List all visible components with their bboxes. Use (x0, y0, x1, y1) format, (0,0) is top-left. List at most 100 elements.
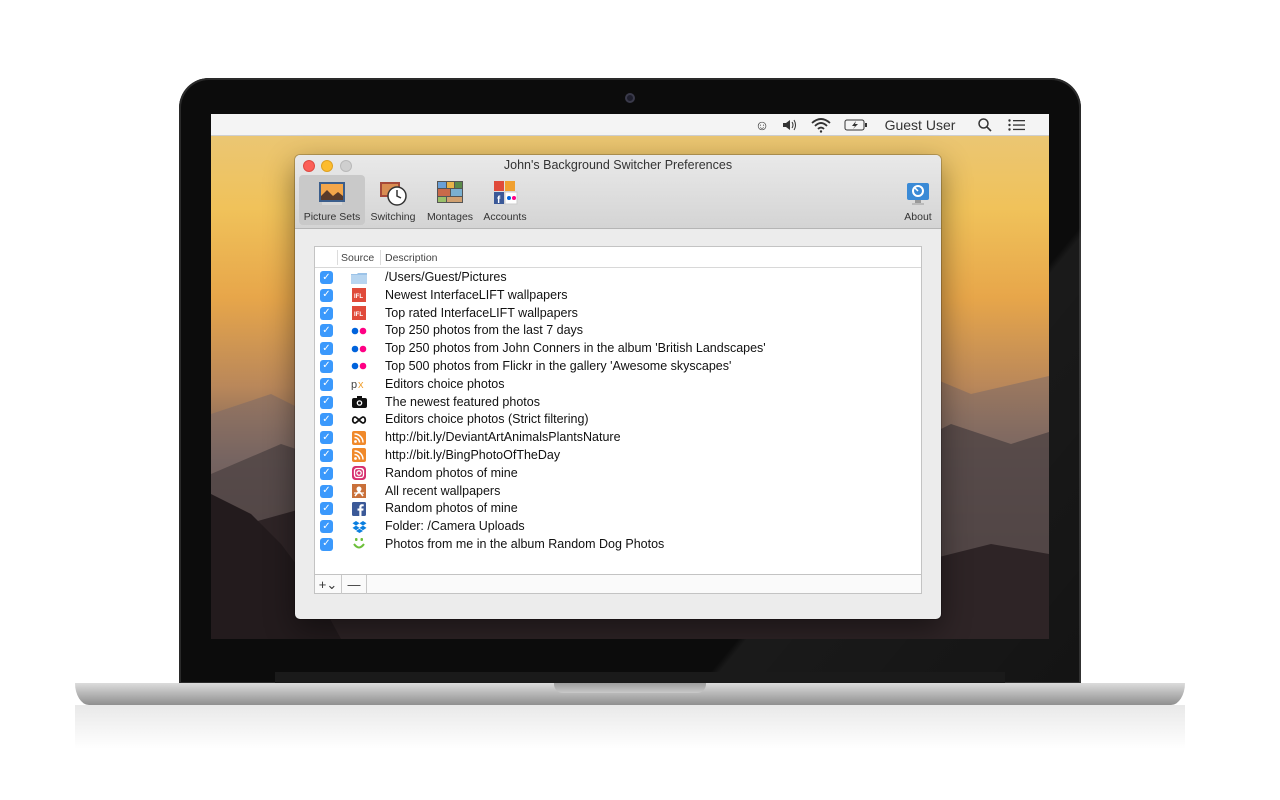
row-description: Newest InterfaceLIFT wallpapers (385, 287, 568, 302)
table-row[interactable]: ✓ px Editors choice photos (315, 376, 921, 394)
svg-text:IFL: IFL (354, 294, 363, 300)
menu-bar: ☺ Guest User (211, 114, 1049, 136)
wifi-icon[interactable] (809, 114, 833, 136)
row-description: Editors choice photos (385, 376, 505, 391)
smugmug-icon (351, 537, 367, 552)
toolbar-picture-sets[interactable]: Picture Sets (299, 175, 365, 225)
menu-user-name[interactable]: Guest User (879, 114, 961, 136)
wallpapers-icon (351, 484, 367, 499)
lid-opening-notch (554, 683, 706, 693)
table-row[interactable]: ✓ IFL Top rated InterfaceLIFT wallpapers (315, 305, 921, 323)
toolbar-switching[interactable]: Switching (367, 175, 419, 225)
flickr-icon (351, 323, 367, 338)
row-description: /Users/Guest/Pictures (385, 270, 507, 284)
enabled-checkbox[interactable]: ✓ (320, 502, 333, 516)
enabled-checkbox[interactable]: ✓ (320, 520, 333, 534)
add-picture-set-button[interactable]: +⌄ (315, 575, 342, 594)
notification-center-icon[interactable] (1005, 114, 1029, 136)
desktop-screen: ☺ Guest User John's Background Switcher … (211, 114, 1049, 639)
folder-icon (351, 270, 367, 285)
remove-picture-set-button[interactable]: — (342, 575, 367, 594)
siri-smiley-icon[interactable]: ☺ (751, 114, 773, 136)
table-row[interactable]: ✓ Top 250 photos from John Conners in th… (315, 340, 921, 358)
enabled-checkbox[interactable]: ✓ (320, 395, 333, 409)
table-row[interactable]: ✓ Top 250 photos from the last 7 days (315, 322, 921, 340)
row-description: Top 250 photos from the last 7 days (385, 323, 584, 338)
table-rows: ✓ /Users/Guest/Pictures ✓ IFL Newest Int… (315, 269, 921, 554)
enabled-checkbox[interactable]: ✓ (320, 448, 333, 462)
table-row[interactable]: ✓ /Users/Guest/Pictures (315, 269, 921, 287)
table-row[interactable]: ✓ Folder: /Camera Uploads (315, 518, 921, 536)
montages-icon (435, 179, 465, 207)
enabled-checkbox[interactable]: ✓ (320, 466, 333, 480)
table-row[interactable]: ✓ Photos from me in the album Random Dog… (315, 536, 921, 554)
table-header: Source Description (315, 247, 921, 268)
svg-text:x: x (358, 379, 364, 390)
table-row[interactable]: ✓ All recent wallpapers (315, 483, 921, 501)
picture-sets-table: Source Description ✓ /Users/Guest/Pictur… (314, 246, 922, 594)
table-row[interactable]: ✓ Top 500 photos from Flickr in the gall… (315, 358, 921, 376)
table-row[interactable]: ✓ IFL Newest InterfaceLIFT wallpapers (315, 287, 921, 305)
table-row[interactable]: ✓ http://bit.ly/BingPhotoOfTheDay (315, 447, 921, 465)
enabled-checkbox[interactable]: ✓ (320, 413, 333, 427)
accounts-icon: f (490, 179, 520, 207)
row-description: Random photos of mine (385, 501, 518, 516)
row-description: All recent wallpapers (385, 483, 501, 498)
enabled-checkbox[interactable]: ✓ (320, 377, 333, 391)
500px-icon: px (351, 377, 367, 392)
row-description: Folder: /Camera Uploads (385, 519, 525, 534)
table-row[interactable]: ✓ Editors choice photos (Strict filterin… (315, 411, 921, 429)
svg-text:p: p (351, 379, 357, 390)
toolbar-montages[interactable]: Montages (423, 175, 477, 225)
interfacelift-icon: IFL (351, 288, 367, 303)
svg-text:IFL: IFL (354, 312, 363, 318)
enabled-checkbox[interactable]: ✓ (320, 271, 333, 284)
laptop-hinge (275, 672, 1005, 683)
window-titlebar: John's Background Switcher Preferences P… (295, 155, 941, 229)
enabled-checkbox[interactable]: ✓ (320, 342, 333, 356)
enabled-checkbox[interactable]: ✓ (320, 537, 333, 551)
row-description: The newest featured photos (385, 394, 540, 409)
enabled-checkbox[interactable]: ✓ (320, 359, 333, 373)
facebook-icon (351, 501, 367, 516)
spotlight-search-icon[interactable] (975, 114, 995, 136)
table-row[interactable]: ✓ Random photos of mine (315, 500, 921, 518)
window-title: John's Background Switcher Preferences (503, 158, 733, 172)
row-description: Top 250 photos from John Conners in the … (385, 341, 766, 356)
enabled-checkbox[interactable]: ✓ (320, 324, 333, 338)
flickr-icon (351, 341, 367, 356)
row-description: http://bit.ly/BingPhotoOfTheDay (385, 447, 561, 462)
table-row[interactable]: ✓ Random photos of mine (315, 465, 921, 483)
dropbox-icon (351, 519, 367, 534)
switching-clock-icon (378, 179, 408, 207)
interfacelift-icon: IFL (351, 306, 367, 321)
column-description[interactable]: Description (385, 247, 438, 268)
table-row[interactable]: ✓ http://bit.ly/DeviantArtAnimalsPlantsN… (315, 429, 921, 447)
enabled-checkbox[interactable]: ✓ (320, 288, 333, 302)
enabled-checkbox[interactable]: ✓ (320, 484, 333, 498)
volume-icon[interactable] (779, 114, 801, 136)
infinity-icon (351, 412, 367, 427)
preferences-window: John's Background Switcher Preferences P… (295, 155, 941, 619)
row-description: Top rated InterfaceLIFT wallpapers (385, 305, 578, 320)
row-description: Photos from me in the album Random Dog P… (385, 536, 665, 551)
flickr-icon (351, 359, 367, 374)
about-icon (903, 179, 933, 207)
enabled-checkbox[interactable]: ✓ (320, 431, 333, 445)
table-footer: +⌄ — (315, 574, 921, 594)
column-source[interactable]: Source (341, 247, 374, 268)
row-description: Editors choice photos (Strict filtering) (385, 412, 589, 427)
toolbar-accounts[interactable]: f Accounts (479, 175, 531, 225)
enabled-checkbox[interactable]: ✓ (320, 306, 333, 320)
table-row[interactable]: ✓ The newest featured photos (315, 394, 921, 412)
laptop-stage: ☺ Guest User John's Background Switcher … (0, 0, 1280, 800)
rss-icon (351, 430, 367, 445)
row-description: http://bit.ly/DeviantArtAnimalsPlantsNat… (385, 430, 621, 445)
toolbar-about[interactable]: About (899, 175, 937, 225)
rss-icon (351, 448, 367, 463)
laptop-reflection (75, 705, 1185, 749)
battery-charging-icon[interactable] (843, 114, 869, 136)
row-description: Top 500 photos from Flickr in the galler… (385, 358, 732, 373)
camera-icon (351, 395, 367, 410)
webcam (625, 93, 635, 103)
